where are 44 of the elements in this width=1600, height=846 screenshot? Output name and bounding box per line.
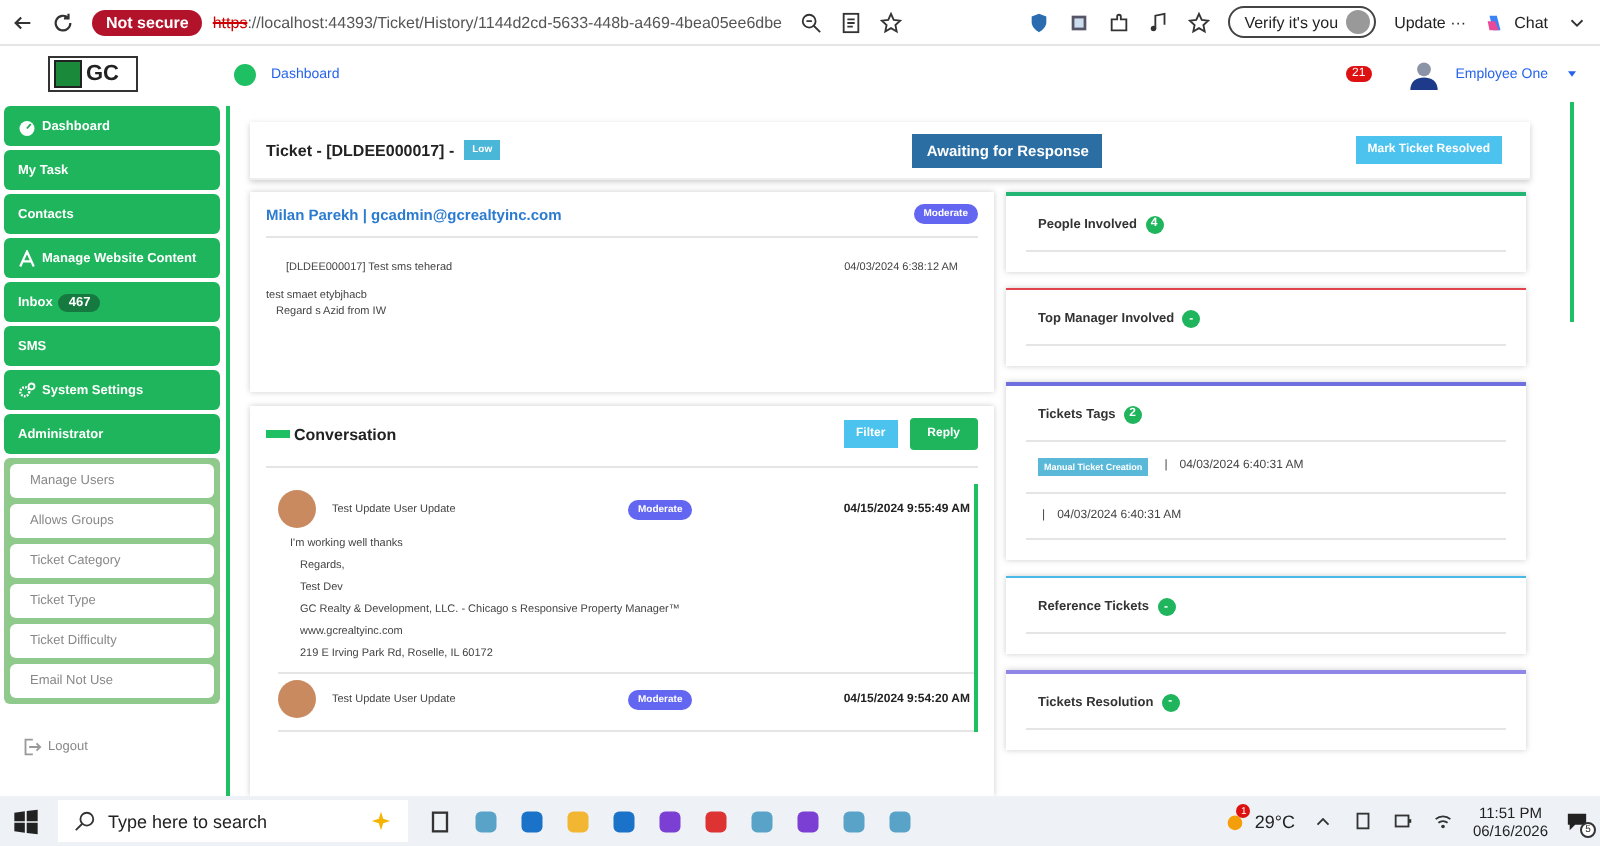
profile-avatar [1346,10,1371,34]
user-avatar[interactable] [1407,58,1440,90]
start-icon[interactable] [12,807,40,835]
sun-icon [1224,810,1247,832]
app-icon[interactable] [656,807,684,835]
shield-icon[interactable] [1028,11,1051,33]
puzzle-icon[interactable] [1108,11,1131,33]
gear-icon [18,381,36,399]
ticket-title: Ticket - [DLDEE000017] - [266,141,455,159]
avatar-photo-placeholder [278,490,316,528]
section-marker [266,430,290,438]
dashboard-icon [18,117,36,135]
logout-icon [20,736,42,758]
star-icon[interactable] [880,11,902,33]
update-button[interactable]: Update ··· [1394,13,1467,31]
extension-icon[interactable] [1068,11,1091,33]
section-title: Conversation [294,425,397,443]
letter-icon [18,249,36,267]
app-icon[interactable] [702,807,730,835]
caret-icon[interactable] [1564,66,1580,82]
wifi-icon[interactable] [1432,810,1455,832]
address-bar[interactable]: https://localhost:44393/Ticket/History/1144d2cd-5633-448b-a469-4bea05ee6dbe [212,13,782,31]
media-icon[interactable] [1148,11,1171,33]
battery-icon[interactable] [1392,810,1415,832]
search-field[interactable]: Type here to search [58,800,408,842]
verify-button[interactable]: Verify it's you [1228,6,1377,38]
zoom-icon[interactable] [800,11,822,33]
search-icon [74,810,96,832]
task-view-icon[interactable] [426,807,454,835]
company-logo[interactable]: GC [48,56,137,92]
back-icon[interactable] [12,11,34,33]
security-badge[interactable]: Not secure [92,9,203,35]
sparkle-icon [370,810,392,832]
chat-bubble-icon [1566,810,1588,832]
app-icon[interactable] [518,807,546,835]
app-icon[interactable] [794,807,822,835]
reader-icon[interactable] [840,11,862,33]
refresh-icon[interactable] [52,11,74,33]
avatar-photo-placeholder [278,680,316,718]
app-icon[interactable] [610,807,638,835]
favorites-icon[interactable] [1188,11,1211,33]
status-dot [233,63,255,85]
device-icon[interactable] [1352,810,1375,832]
chat-button[interactable]: Chat [1484,11,1548,33]
